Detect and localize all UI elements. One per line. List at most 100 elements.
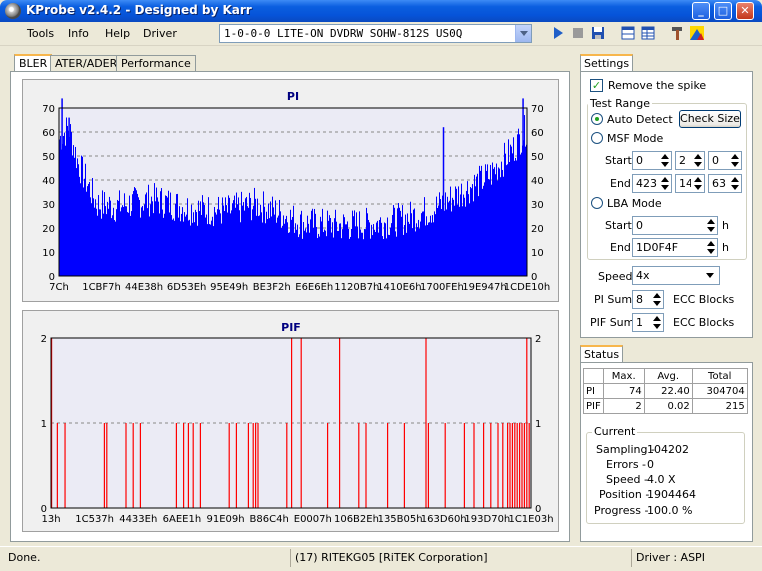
pi-bar bbox=[427, 225, 428, 276]
lba-mode-radio[interactable] bbox=[591, 197, 603, 209]
pi-bar bbox=[88, 183, 89, 276]
chevron-down-icon[interactable] bbox=[515, 25, 531, 42]
pi-bar bbox=[172, 219, 173, 276]
pi-bar bbox=[123, 206, 124, 276]
pi-bar bbox=[452, 197, 453, 276]
pif-bar bbox=[187, 423, 189, 508]
pi-bar bbox=[324, 229, 325, 276]
msf-end-frame-field[interactable]: 63 bbox=[708, 174, 742, 193]
maximize-button[interactable]: □ bbox=[714, 2, 732, 20]
pi-bar bbox=[92, 178, 93, 276]
pi-bar bbox=[240, 222, 241, 276]
menu-tools[interactable]: Tools bbox=[27, 27, 54, 40]
pi-bar bbox=[251, 220, 252, 276]
speed-select[interactable]: 4x bbox=[632, 266, 720, 285]
pi-bar bbox=[238, 197, 239, 276]
pi-bar bbox=[159, 213, 160, 276]
status-disc: (17) RITEKG05 [RiTEK Corporation] bbox=[290, 549, 624, 567]
pi-bar bbox=[351, 228, 352, 276]
x-tick-label: 4433Eh bbox=[119, 514, 157, 525]
x-tick-label: 91E09h bbox=[206, 514, 244, 525]
pi-bar bbox=[114, 220, 115, 276]
layout-icon[interactable] bbox=[620, 25, 636, 41]
close-button[interactable]: ✕ bbox=[736, 2, 754, 20]
menu-driver[interactable]: Driver bbox=[143, 27, 177, 40]
pi-bar bbox=[462, 206, 463, 276]
check-size-button[interactable]: Check Size bbox=[679, 110, 741, 128]
pi-total: 304704 bbox=[691, 383, 748, 399]
tab-ater-ader[interactable]: ATER/ADER bbox=[50, 55, 123, 72]
menu-help[interactable]: Help bbox=[105, 27, 130, 40]
pi-bar bbox=[296, 229, 297, 276]
device-dropdown[interactable]: 1-0-0-0 LITE-ON DVDRW SOHW-812S US0Q bbox=[219, 24, 532, 43]
pi-bar bbox=[267, 219, 268, 276]
minimize-button[interactable]: _ bbox=[692, 2, 710, 20]
pi-bar bbox=[461, 183, 462, 276]
pi-bar bbox=[84, 178, 85, 276]
chart-icon[interactable] bbox=[689, 25, 705, 41]
pi-bar bbox=[326, 236, 327, 276]
tab-settings[interactable]: Settings bbox=[580, 54, 634, 72]
pi-max: 74 bbox=[602, 383, 645, 399]
tab-performance[interactable]: Performance bbox=[116, 55, 196, 72]
x-tick-label: 1CDE10h bbox=[504, 282, 550, 293]
pi-bar bbox=[265, 223, 266, 276]
pif-bar bbox=[183, 423, 185, 508]
lba-start-hex-unit: h bbox=[722, 219, 729, 232]
pi-bar bbox=[110, 200, 111, 276]
position-value: 1904464 bbox=[647, 488, 696, 501]
lba-end-field[interactable]: 1D0F4F bbox=[632, 238, 718, 257]
msf-end-sec-field[interactable]: 14 bbox=[675, 174, 705, 193]
stop-icon[interactable] bbox=[570, 25, 586, 41]
pi-bar bbox=[161, 188, 162, 276]
tab-bler[interactable]: BLER bbox=[14, 54, 53, 72]
pi-bar bbox=[454, 205, 455, 276]
msf-start-min-field[interactable]: 0 bbox=[632, 151, 672, 170]
msf-start-frame-field[interactable]: 0 bbox=[708, 151, 742, 170]
tools-icon[interactable] bbox=[670, 25, 686, 41]
play-icon[interactable] bbox=[550, 25, 566, 41]
pi-bar bbox=[87, 186, 88, 276]
remove-spike-checkbox[interactable]: ✓ bbox=[590, 79, 603, 92]
pi-bar bbox=[516, 160, 517, 276]
device-dropdown-value: 1-0-0-0 LITE-ON DVDRW SOHW-812S US0Q bbox=[224, 27, 463, 40]
pi-bar bbox=[311, 210, 312, 276]
pi-bar bbox=[320, 216, 321, 276]
msf-mode-radio[interactable] bbox=[591, 132, 603, 144]
pi-bar bbox=[344, 217, 345, 276]
msf-start-sec-field[interactable]: 2 bbox=[675, 151, 705, 170]
pi-bar bbox=[287, 222, 288, 276]
table-icon[interactable] bbox=[640, 25, 656, 41]
x-tick-label: 1CBF7h bbox=[82, 282, 121, 293]
pi-bar bbox=[187, 198, 188, 276]
lba-start-field[interactable]: 0 bbox=[632, 216, 718, 235]
pi-bar bbox=[210, 224, 211, 276]
pi-bar bbox=[150, 204, 151, 276]
table-row: PIF 2 0.02 215 bbox=[583, 398, 748, 414]
pi-bar bbox=[459, 206, 460, 276]
pi-sum-field[interactable]: 8 bbox=[632, 290, 664, 309]
pi-bar bbox=[490, 164, 491, 276]
pi-bar bbox=[76, 168, 77, 276]
pi-bar bbox=[341, 238, 342, 276]
pi-bar bbox=[77, 158, 78, 276]
pif-sum-field[interactable]: 1 bbox=[632, 313, 664, 332]
pi-bar bbox=[199, 211, 200, 276]
pi-bar bbox=[63, 135, 64, 276]
tab-status[interactable]: Status bbox=[580, 345, 624, 363]
auto-detect-radio[interactable] bbox=[591, 113, 603, 125]
status-table: Max. Avg. Total PI 74 22.40 304704 PIF 2… bbox=[583, 368, 748, 414]
pi-bar bbox=[232, 203, 233, 276]
pi-bar bbox=[431, 222, 432, 276]
pi-bar bbox=[419, 228, 420, 276]
pi-bar bbox=[95, 199, 96, 276]
pi-bar bbox=[166, 195, 167, 276]
pi-bar bbox=[405, 214, 406, 276]
pi-bar bbox=[80, 183, 81, 276]
msf-end-min-field[interactable]: 423 bbox=[632, 174, 672, 193]
chevron-down-icon[interactable] bbox=[703, 268, 718, 283]
save-icon[interactable] bbox=[590, 25, 606, 41]
menu-info[interactable]: Info bbox=[68, 27, 89, 40]
pi-bar bbox=[170, 192, 171, 276]
pi-bar bbox=[301, 210, 302, 276]
